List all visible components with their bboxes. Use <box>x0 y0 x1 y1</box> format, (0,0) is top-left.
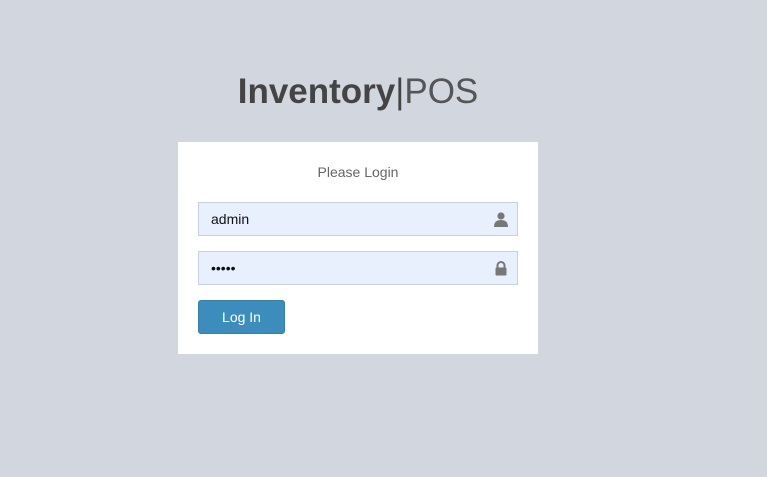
logo-separator: | <box>395 72 405 111</box>
password-input[interactable] <box>199 252 491 284</box>
lock-icon <box>495 261 507 276</box>
logo-bold-text: Inventory <box>237 72 396 111</box>
password-field[interactable] <box>198 251 518 285</box>
username-input[interactable] <box>199 203 491 235</box>
logo-light-text: POS <box>404 72 479 111</box>
login-box-message: Please Login <box>317 164 399 180</box>
login-button[interactable]: Log In <box>198 300 285 334</box>
username-field[interactable] <box>198 202 518 236</box>
user-icon <box>494 212 508 227</box>
login-box: Please Login Log In <box>178 142 538 354</box>
app-logo: Inventory|POS <box>0 70 716 114</box>
